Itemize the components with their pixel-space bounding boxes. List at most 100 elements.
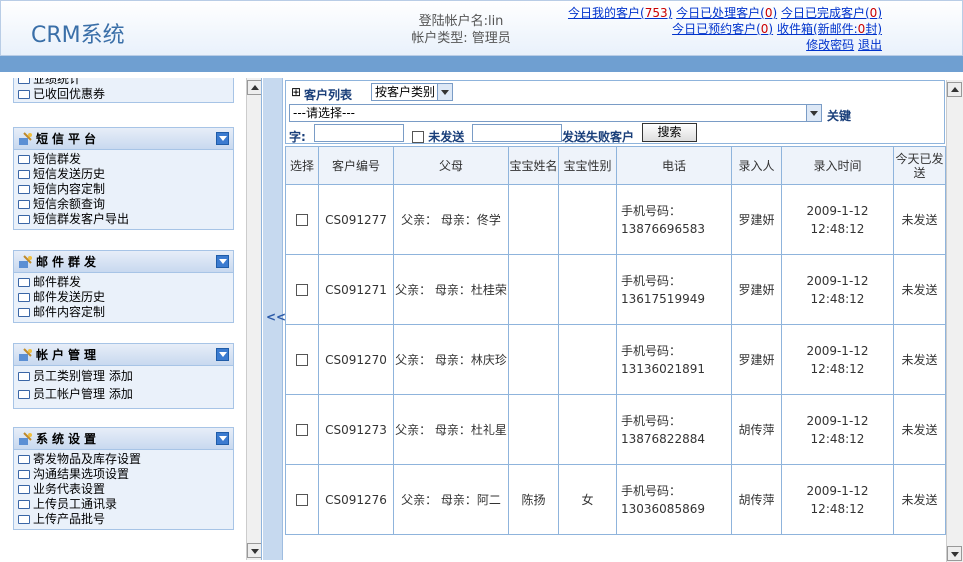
row-checkbox[interactable] — [296, 284, 308, 296]
sidebar-item[interactable]: 短信群发客户导出 — [18, 212, 229, 227]
col-header-baby-gender[interactable]: 宝宝性别 — [558, 146, 617, 185]
sidebar-item[interactable]: 邮件内容定制 — [18, 305, 229, 320]
today-my-clients-link[interactable]: 今日我的客户(753) — [568, 6, 672, 20]
folder-icon — [18, 470, 30, 479]
row-checkbox[interactable] — [296, 494, 308, 506]
col-header-sent-today[interactable]: 今天已发送 — [893, 146, 946, 185]
row-checkbox[interactable] — [296, 424, 308, 436]
entered-at: 2009-1-12 12:48:12 — [781, 394, 894, 465]
chevron-down-icon — [806, 105, 821, 121]
panel-body: 邮件群发 邮件发送历史 邮件内容定制 — [14, 273, 233, 322]
main-scrollbar[interactable] — [946, 80, 963, 562]
chevron-down-icon — [437, 84, 452, 100]
inbox-link[interactable]: 收件箱(新邮件:0封) — [777, 22, 882, 36]
entered-by: 罗建妍 — [731, 254, 782, 325]
change-password-link[interactable]: 修改密码 — [806, 38, 854, 52]
panel-settings: 系统设置 寄发物品及库存设置 沟通结果选项设置 业务代表设置 上传员工通讯录 上… — [13, 427, 234, 530]
baby-name — [508, 324, 559, 395]
search-button[interactable]: 搜索 — [642, 123, 697, 142]
panel-header[interactable]: 短信平台 — [14, 128, 233, 150]
tools-icon — [19, 348, 32, 361]
col-header-entered-by[interactable]: 录入人 — [731, 146, 782, 185]
scroll-up-button[interactable] — [947, 82, 962, 97]
sidebar-item[interactable]: 员工类别管理 添加 — [18, 369, 229, 387]
today-processed-link[interactable]: 今日已处理客户(0) — [676, 6, 777, 20]
panel-body: 短信群发 短信发送历史 短信内容定制 短信余额查询 短信群发客户导出 — [14, 150, 233, 229]
folder-icon — [18, 170, 30, 179]
sidebar-item[interactable]: 邮件发送历史 — [18, 290, 229, 305]
category-select[interactable]: ---请选择--- — [289, 104, 822, 122]
tools-icon — [19, 255, 32, 268]
sidebar-item[interactable]: 短信余额查询 — [18, 197, 229, 212]
scroll-up-button[interactable] — [247, 80, 261, 95]
unsent-filter[interactable]: 未发送 — [412, 128, 464, 145]
baby-gender — [558, 184, 617, 255]
folder-icon — [18, 185, 30, 194]
entered-at: 2009-1-12 12:48:12 — [781, 464, 894, 535]
sidebar-item[interactable]: 短信发送历史 — [18, 167, 229, 182]
col-header-baby-name[interactable]: 宝宝姓名 — [508, 146, 559, 185]
client-type-select[interactable]: 按客户类别 — [371, 83, 453, 101]
col-header-parents[interactable]: 父母 — [393, 146, 509, 185]
col-header-phone[interactable]: 电话 — [616, 146, 732, 185]
parents: 父亲： 母亲：杜桂荣 — [393, 254, 509, 325]
table-row: CS091270 父亲： 母亲：林庆珍 手机号码： 13136021891 罗建妍… — [285, 324, 946, 395]
unsent-checkbox[interactable] — [412, 131, 424, 143]
phone-cell: 手机号码： 13036085869 — [616, 464, 732, 535]
panel-body: 员工类别管理 添加 员工帐户管理 添加 — [14, 366, 233, 408]
sidebar-item[interactable]: 上传产品批号 — [18, 512, 229, 527]
failed-clients-label: 发送失败客户 — [562, 130, 635, 144]
collapse-icon[interactable] — [216, 432, 229, 445]
scroll-down-button[interactable] — [247, 543, 261, 558]
sent-today-status: 未发送 — [893, 394, 946, 465]
collapse-icon[interactable] — [216, 255, 229, 268]
today-booked-link[interactable]: 今日已预约客户(0) — [672, 22, 773, 36]
folder-icon — [18, 485, 30, 494]
sidebar-scrollbar[interactable] — [246, 78, 261, 560]
collapse-arrow-icon[interactable]: << — [266, 310, 286, 324]
row-checkbox[interactable] — [296, 214, 308, 226]
sidebar-item[interactable]: 业务代表设置 — [18, 482, 229, 497]
sidebar-item[interactable]: 已收回优惠券 — [18, 87, 229, 102]
sidebar-item[interactable]: 短信内容定制 — [18, 182, 229, 197]
phone-number: 13036085869 — [621, 501, 705, 516]
sidebar-item[interactable]: 上传员工通讯录 — [18, 497, 229, 512]
sidebar-toggle[interactable]: << — [263, 78, 286, 560]
table-header-row: 选择 客户编号 父母 宝宝姓名 宝宝性别 电话 录入人 录入时间 今天已发送 — [285, 146, 946, 185]
expand-icon[interactable]: ⊞ — [291, 85, 301, 99]
panel-header[interactable]: 邮件群发 — [14, 251, 233, 273]
phone-cell: 手机号码： 13136021891 — [616, 324, 732, 395]
collapse-icon[interactable] — [216, 348, 229, 361]
sidebar-item[interactable]: 员工帐户管理 添加 — [18, 387, 229, 405]
entered-by: 胡传萍 — [731, 464, 782, 535]
col-header-id[interactable]: 客户编号 — [318, 146, 394, 185]
tools-icon — [19, 432, 32, 445]
folder-icon — [18, 390, 30, 399]
panel-header[interactable]: 系统设置 — [14, 428, 233, 450]
sent-today-status: 未发送 — [893, 184, 946, 255]
panel-header[interactable]: 帐户管理 — [14, 344, 233, 366]
scroll-down-button[interactable] — [947, 546, 962, 561]
sidebar-item[interactable]: 沟通结果选项设置 — [18, 467, 229, 482]
client-id: CS091270 — [318, 324, 394, 395]
table-row: CS091271 父亲： 母亲：杜桂荣 手机号码： 13617519949 罗建妍… — [285, 254, 946, 325]
baby-gender — [558, 394, 617, 465]
account-name: 登陆帐户名:lin — [418, 14, 504, 29]
entered-by: 胡传萍 — [731, 394, 782, 465]
collapse-icon[interactable] — [216, 132, 229, 145]
today-completed-link[interactable]: 今日已完成客户(0) — [781, 6, 882, 20]
logout-link[interactable]: 退出 — [858, 38, 882, 52]
keyword-input[interactable] — [314, 124, 404, 142]
app-title: CRM系统 — [31, 23, 125, 48]
sidebar-item[interactable]: 邮件群发 — [18, 275, 229, 290]
col-header-entered-at[interactable]: 录入时间 — [781, 146, 894, 185]
sent-today-status: 未发送 — [893, 324, 946, 395]
baby-gender — [558, 324, 617, 395]
table-row: CS091273 父亲： 母亲：杜礼星 手机号码： 13876822884 胡传萍… — [285, 394, 946, 465]
failed-input[interactable] — [472, 124, 562, 142]
sidebar-item[interactable]: 寄发物品及库存设置 — [18, 452, 229, 467]
sidebar-item[interactable]: 短信群发 — [18, 152, 229, 167]
header-band — [0, 56, 963, 72]
sidebar-item[interactable]: 业绩统计 — [18, 78, 229, 87]
row-checkbox[interactable] — [296, 354, 308, 366]
